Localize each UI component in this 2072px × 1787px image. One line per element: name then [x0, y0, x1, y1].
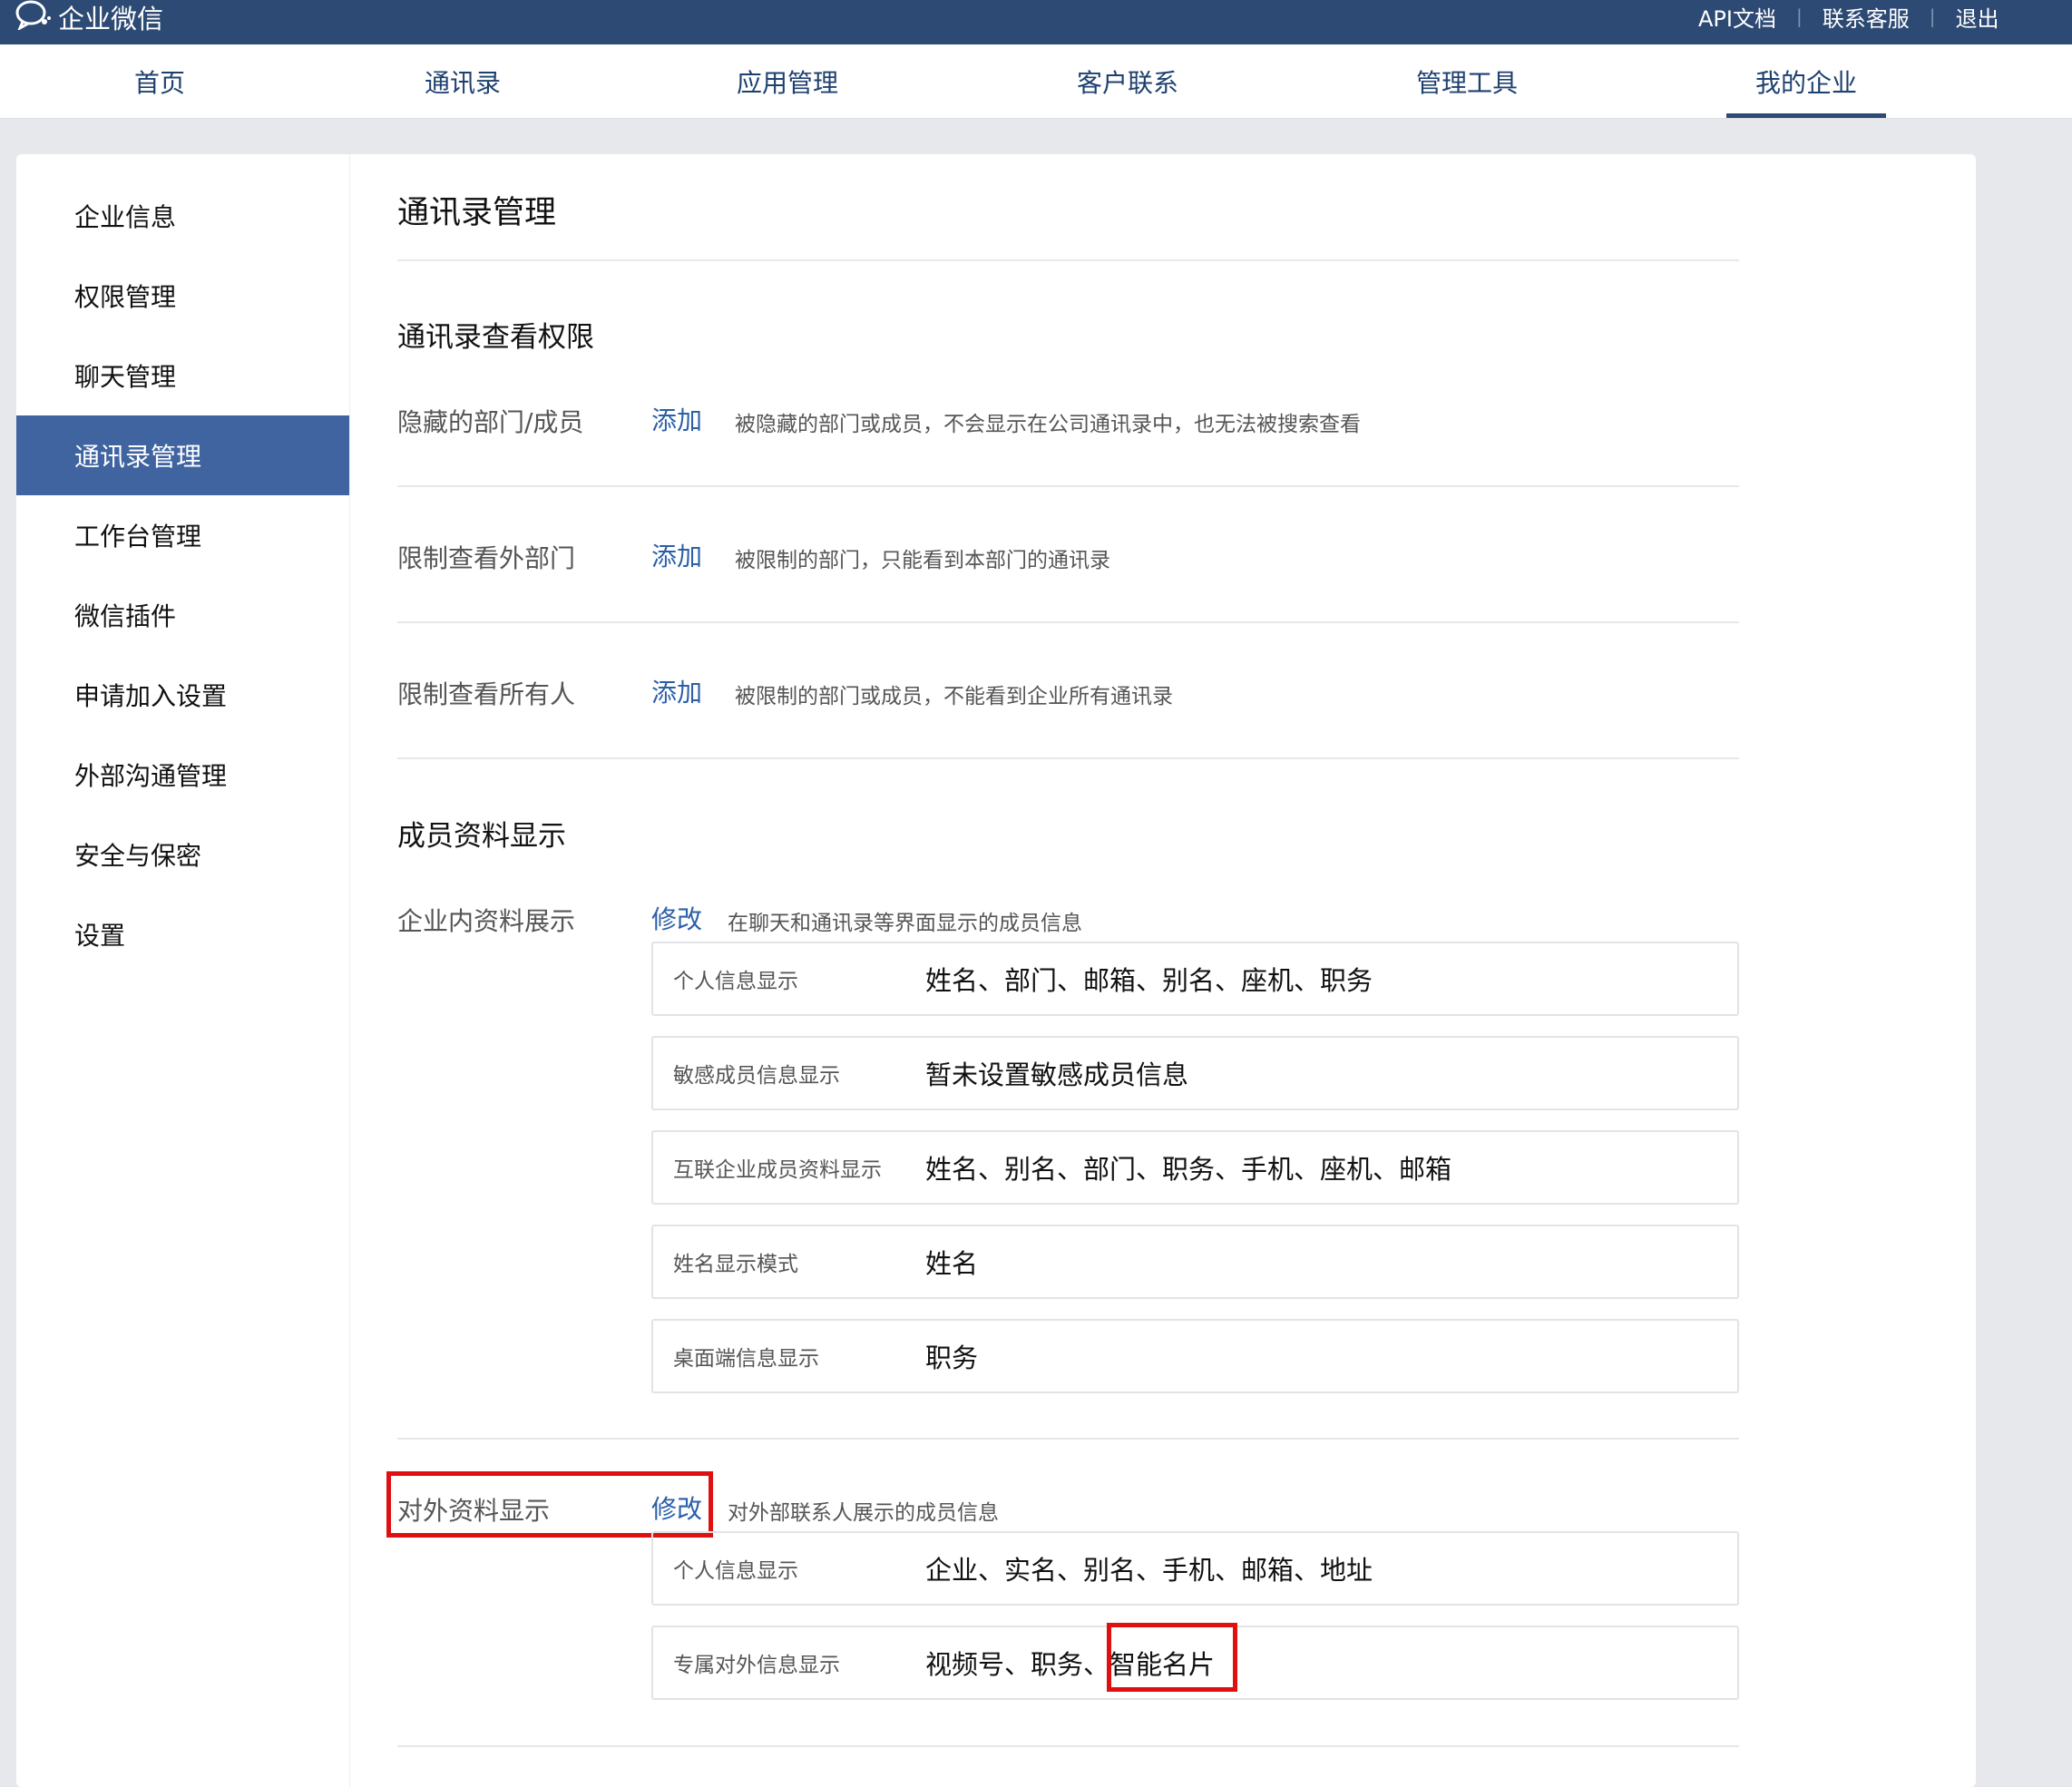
- separator: |: [1795, 5, 1803, 27]
- separator: |: [1929, 5, 1936, 27]
- divider: [397, 621, 1739, 623]
- highlight-box: [1107, 1623, 1237, 1692]
- nav-home[interactable]: 首页: [87, 44, 232, 118]
- restrict-all-label: 限制查看所有人: [397, 679, 576, 709]
- info-row-key: 个人信息显示: [673, 970, 798, 993]
- external-display-desc: 对外部联系人展示的成员信息: [728, 1501, 999, 1525]
- info-row-key: 敏感成员信息显示: [673, 1064, 840, 1088]
- contact-support-link[interactable]: 联系客服: [1823, 1, 1910, 33]
- top-bar: 企业微信 API文档 | 联系客服 | 退出: [0, 0, 2072, 44]
- app-name: 企业微信: [58, 4, 164, 34]
- info-row: 个人信息显示 企业、实名、别名、手机、邮箱、地址: [651, 1531, 1739, 1606]
- sidebar-item-contacts-management[interactable]: 通讯录管理: [16, 415, 349, 495]
- info-value-text: 视频号、职务、: [925, 1649, 1110, 1680]
- highlight-box: [386, 1471, 713, 1538]
- divider: [397, 757, 1739, 759]
- sidebar-item-external-communication[interactable]: 外部沟通管理: [16, 735, 349, 815]
- info-row-value: 姓名: [925, 1248, 979, 1279]
- nav-app-management[interactable]: 应用管理: [715, 44, 860, 118]
- restrict-other-depts-label: 限制查看外部门: [397, 543, 576, 573]
- divider: [397, 259, 1739, 261]
- info-row-key: 专属对外信息显示: [673, 1654, 840, 1677]
- top-links: API文档 | 联系客服 | 退出: [1698, 0, 1999, 33]
- info-row-value: 姓名、别名、部门、职务、手机、座机、邮箱: [925, 1154, 1452, 1185]
- sidebar-item-join-settings[interactable]: 申请加入设置: [16, 655, 349, 735]
- info-row: 互联企业成员资料显示 姓名、别名、部门、职务、手机、座机、邮箱: [651, 1130, 1739, 1205]
- restrict-other-depts-add-link[interactable]: 添加: [651, 537, 702, 573]
- hidden-members-desc: 被隐藏的部门或成员，不会显示在公司通讯录中，也无法被搜索查看: [735, 413, 1361, 436]
- hidden-members-label: 隐藏的部门/成员: [397, 407, 584, 437]
- info-row-key: 姓名显示模式: [673, 1253, 798, 1276]
- api-docs-link[interactable]: API文档: [1698, 1, 1776, 33]
- info-row-key: 互联企业成员资料显示: [673, 1158, 882, 1182]
- info-row-value: 企业、实名、别名、手机、邮箱、地址: [925, 1555, 1373, 1586]
- sidebar-item-permissions[interactable]: 权限管理: [16, 256, 349, 336]
- sidebar-item-settings[interactable]: 设置: [16, 894, 349, 974]
- internal-display-desc: 在聊天和通讯录等界面显示的成员信息: [728, 912, 1082, 935]
- internal-display-label: 企业内资料展示: [397, 906, 576, 936]
- info-row-value: 暂未设置敏感成员信息: [925, 1060, 1189, 1090]
- page-title: 通讯录管理: [397, 195, 557, 231]
- restrict-all-add-link[interactable]: 添加: [651, 673, 702, 709]
- nav-management-tools[interactable]: 管理工具: [1394, 44, 1539, 118]
- restrict-other-depts-desc: 被限制的部门，只能看到本部门的通讯录: [735, 549, 1110, 572]
- nav-contacts[interactable]: 通讯录: [390, 44, 535, 118]
- info-row-key: 桌面端信息显示: [673, 1347, 819, 1371]
- sidebar-item-security[interactable]: 安全与保密: [16, 815, 349, 894]
- chat-bubble-icon: [15, 0, 53, 36]
- info-row: 姓名显示模式 姓名: [651, 1225, 1739, 1299]
- app-logo[interactable]: 企业微信: [15, 0, 163, 34]
- sidebar-item-workbench-management[interactable]: 工作台管理: [16, 495, 349, 575]
- nav-customer-contact[interactable]: 客户联系: [1055, 44, 1200, 118]
- restrict-all-desc: 被限制的部门或成员，不能看到企业所有通讯录: [735, 685, 1173, 708]
- divider: [397, 485, 1739, 487]
- main-nav: 首页 通讯录 应用管理 客户联系 管理工具 我的企业: [0, 44, 2072, 119]
- hidden-members-add-link[interactable]: 添加: [651, 401, 702, 437]
- info-row-key: 个人信息显示: [673, 1559, 798, 1583]
- info-row: 个人信息显示 姓名、部门、邮箱、别名、座机、职务: [651, 942, 1739, 1016]
- nav-my-enterprise[interactable]: 我的企业: [1726, 44, 1886, 118]
- info-row: 桌面端信息显示 职务: [651, 1319, 1739, 1393]
- main-card: 企业信息 权限管理 聊天管理 通讯录管理 工作台管理 微信插件 申请加入设置 外…: [16, 154, 1976, 1787]
- divider: [397, 1745, 1739, 1747]
- info-row-value: 姓名、部门、邮箱、别名、座机、职务: [925, 965, 1373, 996]
- info-row-value: 职务: [925, 1343, 979, 1373]
- sidebar-item-chat-management[interactable]: 聊天管理: [16, 336, 349, 415]
- section-title-member-display: 成员资料显示: [397, 820, 566, 853]
- sidebar-item-enterprise-info[interactable]: 企业信息: [16, 176, 349, 256]
- sidebar: 企业信息 权限管理 聊天管理 通讯录管理 工作台管理 微信插件 申请加入设置 外…: [16, 154, 350, 1787]
- divider: [397, 1438, 1739, 1440]
- logout-link[interactable]: 退出: [1955, 1, 1999, 33]
- internal-display-edit-link[interactable]: 修改: [651, 900, 702, 936]
- sidebar-item-wechat-plugin[interactable]: 微信插件: [16, 575, 349, 655]
- section-title-view-permission: 通讯录查看权限: [397, 321, 594, 354]
- info-row: 敏感成员信息显示 暂未设置敏感成员信息: [651, 1036, 1739, 1110]
